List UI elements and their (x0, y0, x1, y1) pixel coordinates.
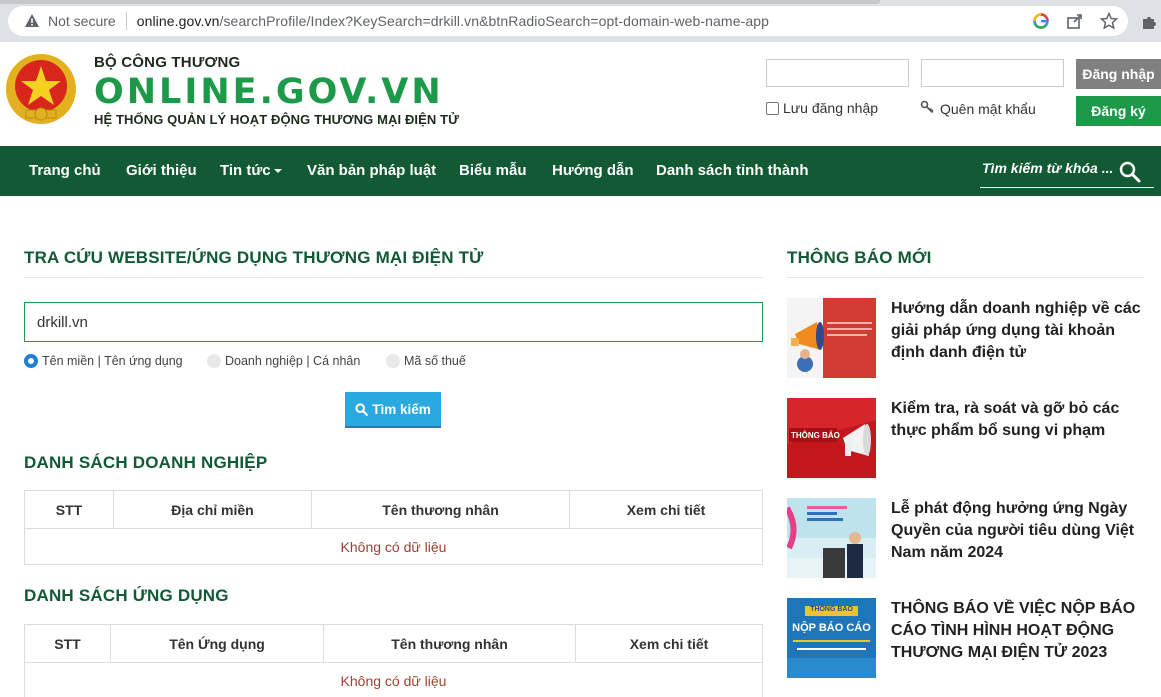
table-row: Không có dữ liệu (24, 662, 763, 697)
chevron-down-icon (273, 169, 282, 174)
national-emblem-logo[interactable] (4, 52, 78, 126)
url-path: /searchProfile/Index?KeySearch=drkill.vn… (219, 13, 769, 29)
username-input[interactable] (766, 59, 909, 87)
empty-data-message: Không có dữ liệu (24, 662, 763, 697)
forgot-password-label: Quên mật khẩu (940, 100, 1036, 117)
news-section-title: THÔNG BÁO MỚI (787, 248, 932, 267)
radio-domain-app-name[interactable]: Tên miền | Tên ứng dụng (24, 354, 183, 368)
column-header: Xem chi tiết (569, 490, 763, 529)
main-navigation: Trang chủ Giới thiệu Tin tức Văn bản phá… (0, 146, 1161, 196)
column-header: Tên thương nhân (323, 624, 576, 663)
nav-home[interactable]: Trang chủ (29, 162, 101, 179)
share-icon[interactable] (1066, 12, 1084, 30)
nav-search-box (980, 158, 1154, 188)
app-table: STT Tên Ứng dụng Tên thương nhân Xem chi… (24, 624, 763, 697)
lookup-search-button-label: Tìm kiếm (372, 401, 431, 417)
lookup-title-divider (24, 277, 763, 278)
nav-forms[interactable]: Biểu mẫu (459, 162, 527, 179)
google-icon[interactable] (1032, 12, 1050, 30)
column-header: Tên thương nhân (311, 490, 570, 529)
column-header: Địa chỉ miền (113, 490, 312, 529)
news-title-divider (787, 277, 1144, 278)
radio-business-individual[interactable]: Doanh nghiệp | Cá nhân (207, 354, 360, 368)
warning-icon[interactable] (24, 13, 40, 29)
site-header: BỘ CÔNG THƯƠNG ONLINE.GOV.VN HỆ THỐNG QU… (0, 42, 1161, 146)
forgot-password-link[interactable]: Quên mật khẩu (920, 100, 1036, 117)
radio-unselected-indicator[interactable] (207, 354, 221, 368)
radio-domain-app-name-label: Tên miền | Tên ứng dụng (42, 354, 183, 368)
site-subtitle: HỆ THỐNG QUẢN LÝ HOẠT ĐỘNG THƯƠNG MẠI ĐI… (94, 112, 460, 127)
url-text[interactable]: online.gov.vn/searchProfile/Index?KeySea… (137, 13, 769, 29)
remember-login-checkbox[interactable]: Lưu đăng nhập (766, 100, 878, 116)
app-list-title: DANH SÁCH ỨNG DỤNG (24, 586, 229, 605)
radio-tax-code-label: Mã số thuế (404, 354, 466, 368)
lookup-search-button[interactable]: Tìm kiếm (345, 392, 441, 428)
lookup-search-input[interactable] (24, 302, 763, 342)
news-thumbnail[interactable]: THÔNG BÁO NỘP BÁO CÁO (787, 598, 876, 678)
address-bar[interactable]: Not secure online.gov.vn/searchProfile/I… (8, 6, 1128, 36)
nav-provinces[interactable]: Danh sách tỉnh thành (656, 162, 809, 179)
radio-unselected-indicator[interactable] (386, 354, 400, 368)
table-header-row: STT Địa chỉ miền Tên thương nhân Xem chi… (24, 490, 763, 529)
business-list-title: DANH SÁCH DOANH NGHIỆP (24, 453, 268, 472)
column-header: STT (24, 624, 111, 663)
bookmark-star-icon[interactable] (1099, 11, 1119, 30)
column-header: Tên Ứng dụng (110, 624, 324, 663)
ministry-name: BỘ CÔNG THƯƠNG (94, 54, 241, 71)
business-table: STT Địa chỉ miền Tên thương nhân Xem chi… (24, 490, 763, 565)
browser-toolbar: Not secure online.gov.vn/searchProfile/I… (0, 0, 1161, 42)
news-title-link[interactable]: Kiểm tra, rà soát và gỡ bỏ các thực phẩm… (891, 398, 1151, 442)
news-thumbnail[interactable]: THÔNG BÁO (787, 398, 876, 478)
nav-news-label: Tin tức (220, 162, 271, 179)
remember-login-label: Lưu đăng nhập (783, 100, 879, 116)
thumbnail-caption: THÔNG BÁO (791, 431, 840, 440)
address-bar-actions (1032, 11, 1119, 30)
thumbnail-heading: NỘP BÁO CÁO (792, 622, 871, 634)
news-title-link[interactable]: Lễ phát động hưởng ứng Ngày Quyền của ng… (891, 498, 1151, 564)
register-button[interactable]: Đăng ký (1076, 96, 1161, 126)
url-host: online.gov.vn (136, 13, 220, 29)
site-logo-text[interactable]: ONLINE.GOV.VN (94, 72, 444, 112)
column-header: STT (24, 490, 114, 529)
thumbnail-caption: THÔNG BÁO (810, 606, 853, 613)
nav-about[interactable]: Giới thiệu (126, 162, 197, 179)
extensions-puzzle-icon[interactable] (1141, 14, 1157, 30)
nav-guide[interactable]: Hướng dẫn (552, 162, 634, 179)
keyword-search-input[interactable] (982, 160, 1112, 176)
address-separator (125, 12, 127, 30)
news-title-link[interactable]: Hướng dẫn doanh nghiệp về các giải pháp … (891, 298, 1151, 364)
search-icon (355, 402, 369, 416)
search-icon[interactable] (1118, 160, 1142, 184)
tab-strip-edge (0, 0, 880, 4)
news-thumbnail[interactable] (787, 298, 876, 378)
login-button[interactable]: Đăng nhập (1076, 59, 1161, 89)
password-input[interactable] (921, 59, 1064, 87)
radio-tax-code[interactable]: Mã số thuế (386, 354, 466, 368)
empty-data-message: Không có dữ liệu (24, 528, 763, 565)
radio-selected-indicator[interactable] (24, 354, 38, 368)
key-icon (920, 100, 934, 117)
checkbox-box[interactable] (766, 101, 779, 115)
not-secure-label[interactable]: Not secure (48, 13, 116, 29)
radio-business-individual-label: Doanh nghiệp | Cá nhân (225, 354, 361, 368)
table-row: Không có dữ liệu (24, 528, 763, 565)
nav-legal-documents[interactable]: Văn bản pháp luật (307, 162, 436, 179)
news-title-link[interactable]: THÔNG BÁO VỀ VIỆC NỘP BÁO CÁO TÌNH HÌNH … (891, 598, 1151, 664)
table-header-row: STT Tên Ứng dụng Tên thương nhân Xem chi… (24, 624, 763, 663)
lookup-section-title: TRA CỨU WEBSITE/ỨNG DỤNG THƯƠNG MẠI ĐIỆN… (24, 248, 484, 267)
column-header: Xem chi tiết (575, 624, 763, 663)
news-thumbnail[interactable] (787, 498, 876, 578)
nav-news[interactable]: Tin tức (220, 162, 282, 179)
